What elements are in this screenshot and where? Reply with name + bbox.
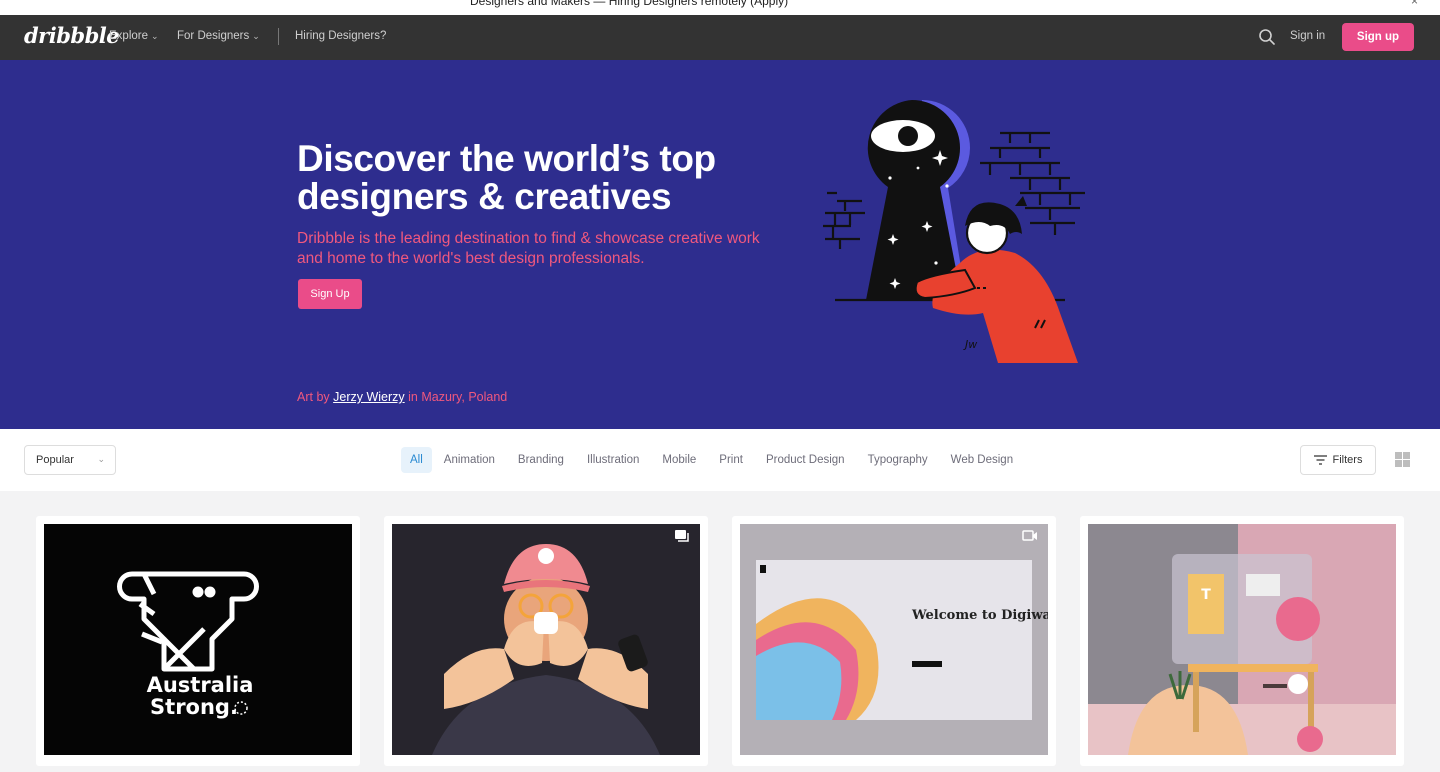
search-icon[interactable] [1257,27,1277,47]
tab-print[interactable]: Print [712,448,750,472]
nav-for-designers-label: For Designers [177,30,250,42]
hero-subtitle: Dribbble is the leading destination to f… [297,230,760,267]
tab-mobile[interactable]: Mobile [655,448,703,472]
desk-scene-image: T [1088,524,1396,755]
top-navigation: dribbble Explore ⌄ For Designers ⌄ Hirin… [0,15,1440,60]
shot-heading: Welcome to Digiwall [911,608,1048,623]
svg-text:Jw: Jw [963,338,977,351]
chevron-down-icon: ⌄ [252,30,260,41]
tab-typography[interactable]: Typography [861,448,935,472]
tab-all[interactable]: All [401,447,432,473]
shot-card[interactable] [384,516,708,766]
filters-button[interactable]: Filters [1300,445,1376,475]
koala-logo-image: Australia Strong. [117,571,259,719]
artist-link[interactable]: Jerzy Wierzy [333,390,405,404]
sort-dropdown[interactable]: Popular ⌄ [24,445,116,475]
sign-in-link[interactable]: Sign in [1290,30,1325,42]
hero-banner: Discover the world’s top designers & cre… [0,60,1440,429]
svg-text:T: T [1201,587,1211,603]
art-credit: Art by Jerzy Wierzy in Mazury, Poland [297,390,507,404]
nav-explore[interactable]: Explore ⌄ [109,30,159,42]
digiwall-website-image: Welcome to Digiwall [740,524,1048,755]
announcement-strip: Designers and Makers — Hiring Designers … [0,0,1440,15]
tab-animation[interactable]: Animation [437,448,502,472]
nav-divider [278,28,279,45]
nav-for-designers[interactable]: For Designers ⌄ [177,30,260,42]
filters-button-label: Filters [1332,454,1363,466]
shots-grid: Australia Strong. Welcome to Digiwall T [0,491,1440,772]
tab-branding[interactable]: Branding [511,448,571,472]
shot-card[interactable]: Welcome to Digiwall [732,516,1056,766]
shot-card[interactable]: Australia Strong. [36,516,360,766]
shot-text-line-1: Australia [147,673,254,697]
dribbble-logo[interactable]: dribbble [24,23,120,48]
chevron-down-icon: ⌄ [151,30,159,41]
sort-selected-value: Popular [36,454,74,466]
tab-illustration[interactable]: Illustration [580,448,646,472]
announcement-text[interactable]: Designers and Makers — Hiring Designers … [470,0,788,8]
credit-prefix: Art by [297,390,334,404]
shot-thumbnail[interactable]: T [1088,524,1396,755]
shot-text-line-2: Strong. [150,695,238,719]
tab-web-design[interactable]: Web Design [944,448,1020,472]
nav-explore-label: Explore [109,30,148,42]
grid-view-icon[interactable] [1395,452,1410,467]
hero-title: Discover the world’s top designers & cre… [297,138,716,217]
sign-up-button[interactable]: Sign up [1342,23,1414,51]
chevron-down-icon: ⌄ [97,454,105,464]
hero-sign-up-button[interactable]: Sign Up [298,279,362,309]
filter-icon [1313,455,1327,465]
video-icon [1022,530,1037,541]
shot-thumbnail[interactable]: Welcome to Digiwall [740,524,1048,755]
shot-thumbnail[interactable]: Australia Strong. [44,524,352,755]
credit-location: in Mazury, Poland [404,390,508,404]
3d-character-image [432,544,660,755]
filter-bar: Popular ⌄ All Animation Branding Illustr… [0,429,1440,491]
multi-shot-icon [675,530,689,542]
shot-thumbnail[interactable] [392,524,700,755]
tab-product-design[interactable]: Product Design [759,448,852,472]
shot-card[interactable]: T [1080,516,1404,766]
nav-hiring-designers[interactable]: Hiring Designers? [295,30,386,42]
category-tabs: All Animation Branding Illustration Mobi… [401,447,1029,473]
close-announcement-icon[interactable]: × [1411,0,1418,8]
keyhole-illustration: Jw [823,100,1085,363]
